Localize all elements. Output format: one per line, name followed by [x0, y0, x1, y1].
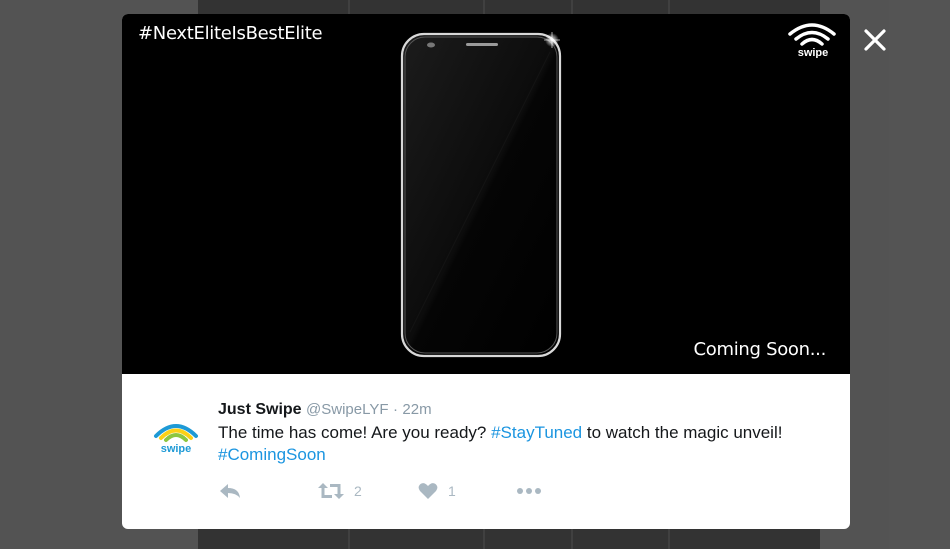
- reply-button[interactable]: [218, 482, 242, 500]
- tweet-header: Just Swipe @SwipeLYF · 22m: [218, 400, 820, 420]
- hashtag-link-staytuned[interactable]: #StayTuned: [491, 423, 582, 442]
- close-icon: [864, 29, 886, 51]
- tweet-actions: 2 1: [218, 482, 558, 502]
- coming-soon-text: Coming Soon...: [693, 339, 827, 360]
- more-icon: [517, 488, 541, 494]
- swipe-logo-text: swipe: [798, 47, 829, 58]
- tweet-text-part1: The time has come! Are you ready?: [218, 423, 492, 442]
- user-name[interactable]: Just Swipe: [218, 401, 302, 418]
- user-handle[interactable]: @SwipeLYF: [306, 401, 388, 418]
- tweet-body: Just Swipe @SwipeLYF · 22m The time has …: [218, 400, 820, 466]
- hashtag-link-comingsoon[interactable]: #ComingSoon: [218, 445, 326, 464]
- phone-image: [400, 32, 562, 358]
- heart-icon: [418, 483, 438, 499]
- separator-dot: ·: [392, 401, 398, 418]
- tweet-card: swipe Just Swipe @SwipeLYF · 22m The tim…: [122, 374, 850, 529]
- media-modal: #NextEliteIsBestElite swipe Coming Soon.…: [122, 14, 850, 529]
- tweet-image[interactable]: #NextEliteIsBestElite swipe Coming Soon.…: [122, 14, 850, 374]
- more-button[interactable]: [516, 482, 542, 500]
- swipe-logo: swipe: [786, 18, 838, 59]
- image-hashtag-overlay: #NextEliteIsBestElite: [138, 23, 323, 44]
- avatar-logo-text: swipe: [161, 443, 192, 455]
- like-count: 1: [448, 483, 456, 499]
- like-button[interactable]: 1: [418, 482, 456, 500]
- avatar[interactable]: swipe: [150, 410, 202, 462]
- close-button[interactable]: [860, 25, 890, 55]
- tweet-timestamp[interactable]: 22m: [402, 401, 431, 418]
- reply-icon: [220, 484, 240, 498]
- retweet-icon: [318, 483, 344, 499]
- retweet-button[interactable]: 2: [318, 482, 362, 500]
- retweet-count: 2: [354, 483, 362, 499]
- tweet-text-part2: to watch the magic unveil!: [582, 423, 783, 442]
- tweet-text: The time has come! Are you ready? #StayT…: [218, 422, 820, 466]
